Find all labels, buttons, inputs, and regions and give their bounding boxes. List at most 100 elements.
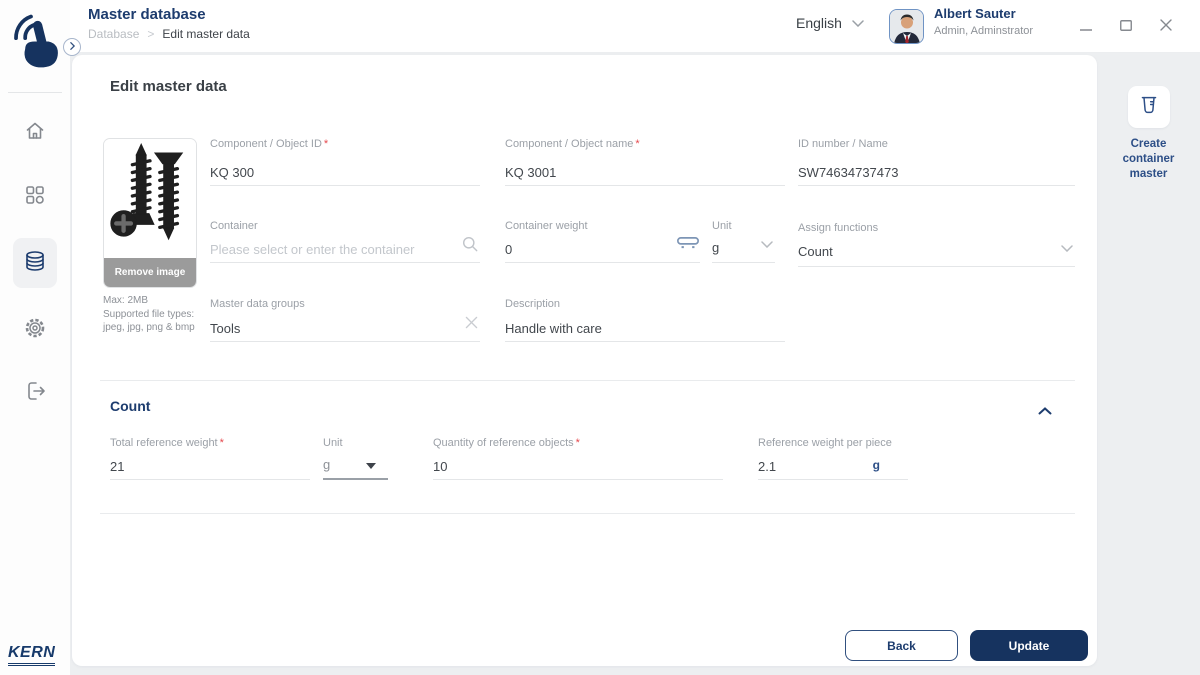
scale-platform-icon[interactable] [676, 235, 700, 255]
sidebar-item-database[interactable] [13, 238, 57, 288]
quantity-input[interactable] [433, 459, 723, 474]
component-name-field: Component / Object name* [505, 138, 785, 186]
field-underline [798, 266, 1075, 267]
update-button[interactable]: Update [970, 630, 1088, 661]
chevron-down-icon [1061, 239, 1073, 257]
container-beaker-icon [1136, 92, 1162, 123]
apps-grid-icon [23, 183, 47, 212]
assign-functions-value: Count [798, 244, 833, 259]
field-label: Quantity of reference objects [433, 437, 574, 449]
avatar[interactable] [889, 9, 924, 44]
breadcrumb-parent[interactable]: Database [88, 27, 139, 41]
sidebar-divider [8, 92, 62, 93]
search-icon[interactable] [462, 236, 478, 257]
field-label: Unit [712, 220, 732, 232]
maximize-icon [1120, 18, 1132, 36]
clear-x-icon[interactable] [465, 316, 478, 334]
component-id-field: Component / Object ID* [210, 138, 480, 186]
field-label: ID number / Name [798, 138, 888, 150]
dropdown-triangle-icon [366, 463, 376, 469]
right-action-rail: Create container master [1097, 53, 1200, 675]
section-divider [100, 380, 1075, 381]
sidebar-item-logout[interactable] [13, 371, 57, 415]
field-underline-active [323, 478, 388, 480]
sidebar-item-home[interactable] [13, 111, 57, 155]
field-underline [210, 341, 480, 342]
container-input[interactable] [210, 242, 448, 257]
total-reference-weight-input[interactable] [110, 459, 310, 474]
assign-functions-dropdown[interactable]: Assign functions Count [798, 222, 1075, 267]
close-button[interactable] [1156, 18, 1176, 36]
field-underline [712, 262, 775, 263]
count-section-heading: Count [110, 398, 150, 414]
chevron-down-icon [852, 14, 864, 32]
field-underline [505, 185, 785, 186]
back-button[interactable]: Back [845, 630, 958, 661]
quantity-of-reference-objects-field: Quantity of reference objects* [433, 437, 723, 480]
chevron-right-icon [69, 38, 76, 56]
field-label: Master data groups [210, 298, 305, 310]
remove-image-button[interactable]: Remove image [104, 258, 196, 287]
product-image: Remove image [103, 138, 197, 288]
required-marker: * [324, 138, 328, 150]
field-label: Reference weight per piece [758, 437, 892, 449]
language-selector[interactable]: English [796, 14, 864, 32]
card-heading: Edit master data [110, 78, 227, 95]
field-label: Component / Object ID [210, 138, 322, 150]
chevron-up-icon [1038, 402, 1052, 419]
count-collapse-button[interactable] [1038, 402, 1054, 414]
upload-max-size: Max: 2MB [103, 294, 148, 307]
create-container-master-label: Create container master [1108, 137, 1190, 182]
master-data-groups-input[interactable] [210, 321, 450, 336]
field-underline [758, 479, 908, 480]
count-unit-dropdown[interactable]: Unit g [323, 437, 388, 480]
logout-icon [23, 379, 47, 408]
description-input[interactable] [505, 321, 785, 336]
sidebar-expand-toggle[interactable] [63, 38, 81, 56]
field-underline [505, 262, 700, 263]
description-field: Description [505, 298, 785, 342]
required-marker: * [576, 437, 580, 449]
container-weight-unit-dropdown[interactable]: Unit g [712, 220, 775, 263]
chevron-down-icon [761, 235, 773, 253]
home-icon [23, 119, 47, 148]
id-number-field: ID number / Name [798, 138, 1075, 186]
app-window: KERN Master database Database > Edit mas… [0, 0, 1200, 675]
user-name[interactable]: Albert Sauter [934, 6, 1016, 21]
container-field: Container [210, 220, 480, 263]
breadcrumb-separator: > [147, 27, 154, 41]
required-marker: * [220, 437, 224, 449]
field-underline [505, 341, 785, 342]
sidebar-item-apps[interactable] [13, 175, 57, 219]
close-icon [1160, 18, 1172, 36]
hand-touch-logo [11, 8, 61, 80]
database-icon [23, 249, 47, 278]
minimize-button[interactable] [1076, 18, 1096, 36]
id-number-input[interactable] [798, 165, 1075, 180]
maximize-button[interactable] [1116, 18, 1136, 36]
component-id-input[interactable] [210, 165, 480, 180]
field-label: Unit [323, 437, 343, 449]
field-underline [210, 262, 480, 263]
field-underline [433, 479, 723, 480]
container-weight-field: Container weight [505, 220, 700, 263]
reference-weight-per-piece-field: Reference weight per piece g [758, 437, 908, 480]
field-underline [110, 479, 310, 480]
header-bar: Master database Database > Edit master d… [70, 0, 1200, 53]
field-underline [798, 185, 1075, 186]
content-area: Edit master data [70, 53, 1200, 675]
field-label: Component / Object name [505, 138, 633, 150]
field-label: Total reference weight [110, 437, 218, 449]
field-label: Description [505, 298, 560, 310]
field-label: Container weight [505, 220, 588, 232]
language-label: English [796, 15, 842, 31]
master-data-groups-field: Master data groups [210, 298, 480, 342]
breadcrumb: Database > Edit master data [88, 27, 250, 41]
sidebar: KERN [0, 0, 70, 675]
edit-master-data-card: Edit master data [72, 55, 1097, 666]
container-weight-input[interactable] [505, 242, 665, 257]
sidebar-item-settings[interactable] [13, 308, 57, 352]
create-container-master-button[interactable]: Create container master [1097, 86, 1200, 182]
component-name-input[interactable] [505, 165, 785, 180]
field-label: Container [210, 220, 258, 232]
